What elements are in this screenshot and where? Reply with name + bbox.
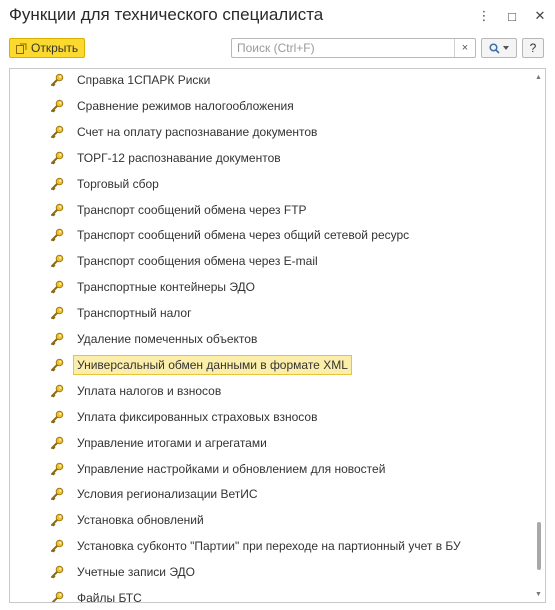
search-button[interactable] <box>481 38 517 58</box>
list-item[interactable]: Уплата фиксированных страховых взносов <box>50 406 321 428</box>
key-icon <box>51 125 64 139</box>
key-icon <box>51 151 64 165</box>
list-item-label: Уплата фиксированных страховых взносов <box>77 409 318 424</box>
list-item[interactable]: Файлы БТС <box>50 587 146 603</box>
key-icon <box>51 99 64 113</box>
maximize-icon[interactable]: □ <box>505 8 519 24</box>
list-item[interactable]: Уплата налогов и взносов <box>50 380 225 402</box>
list-item-label: Условия регионализации ВетИС <box>77 487 258 502</box>
list-item[interactable]: Управление итогами и агрегатами <box>50 432 271 454</box>
search-field[interactable]: × <box>231 38 476 58</box>
list-item[interactable]: Торговый сбор <box>50 173 163 195</box>
list-item-label: Управление итогами и агрегатами <box>77 435 267 450</box>
list-item[interactable]: Транспорт сообщений обмена через общий с… <box>50 224 413 246</box>
key-icon <box>51 254 64 268</box>
list-item[interactable]: Сравнение режимов налогообложения <box>50 95 298 117</box>
list-item[interactable]: ТОРГ-12 распознавание документов <box>50 147 285 169</box>
list-item[interactable]: Счет на оплату распознавание документов <box>50 121 321 143</box>
scrollbar[interactable]: ▲ ▼ <box>532 69 545 602</box>
functions-list-items: Справка 1СПАРК Риски Сравнение режимов на… <box>10 69 531 602</box>
close-icon[interactable]: ✕ <box>533 8 547 24</box>
toolbar: Открыть × ? <box>9 38 546 60</box>
list-item-label: Удаление помеченных объектов <box>77 332 258 346</box>
key-icon <box>51 462 64 476</box>
list-item-label: Счет на оплату распознавание документов <box>77 124 318 139</box>
list-item-label: Торговый сбор <box>77 176 159 191</box>
key-icon <box>51 488 64 501</box>
clear-search-button[interactable]: × <box>454 39 475 57</box>
list-item[interactable]: Транспорт сообщений обмена через FTP <box>50 199 311 221</box>
list-item[interactable]: Установка обновлений <box>50 509 208 531</box>
search-input[interactable] <box>232 39 452 57</box>
scroll-up-icon[interactable]: ▲ <box>532 71 545 83</box>
list-item-label: Установка субконто "Партии" при переходе… <box>77 539 461 554</box>
list-item[interactable]: Управление настройками и обновлением для… <box>50 458 389 480</box>
window-title: Функции для технического специалиста <box>9 5 324 24</box>
key-icon <box>51 565 64 579</box>
functions-list[interactable]: Справка 1СПАРК Риски Сравнение режимов на… <box>9 68 546 603</box>
key-icon <box>51 332 64 346</box>
list-item[interactable]: Справка 1СПАРК Риски <box>50 69 214 91</box>
list-item-label: Транспортные контейнеры ЭДО <box>77 280 256 295</box>
list-item-label: Справка 1СПАРК Риски <box>77 73 211 87</box>
search-icon <box>489 42 500 54</box>
list-item[interactable]: Транспортные контейнеры ЭДО <box>50 276 259 298</box>
list-item-label: Транспортный налог <box>77 306 192 321</box>
open-button-label: Открыть <box>31 41 79 55</box>
key-icon <box>51 358 64 372</box>
list-item[interactable]: Условия регионализации ВетИС <box>50 483 262 505</box>
list-item-label: Транспорт сообщений обмена через FTP <box>77 202 307 217</box>
key-icon <box>51 539 64 553</box>
key-icon <box>51 177 64 191</box>
list-item-label: Уплата налогов и взносов <box>77 383 222 398</box>
window-controls: ⋮ □ ✕ <box>477 8 547 24</box>
scroll-thumb[interactable] <box>537 522 541 570</box>
list-item[interactable]: Удаление помеченных объектов <box>50 328 261 350</box>
list-item-label: Транспорт сообщения обмена через E-mail <box>77 254 318 269</box>
list-item-label: Установка обновлений <box>77 513 204 528</box>
list-item[interactable]: Учетные записи ЭДО <box>50 561 199 583</box>
list-item[interactable]: Установка субконто "Партии" при переходе… <box>50 535 465 557</box>
list-item[interactable]: Универсальный обмен данными в формате XM… <box>50 354 352 376</box>
list-item-label: ТОРГ-12 распознавание документов <box>77 150 281 165</box>
key-icon <box>51 591 64 602</box>
list-item-label: Универсальный обмен данными в формате XM… <box>73 354 352 375</box>
key-icon <box>51 513 64 527</box>
key-icon <box>51 280 64 294</box>
open-button[interactable]: Открыть <box>9 38 85 58</box>
scroll-down-icon[interactable]: ▼ <box>532 588 545 600</box>
key-icon <box>51 384 64 398</box>
key-icon <box>51 410 64 424</box>
list-item[interactable]: Транспорт сообщения обмена через E-mail <box>50 250 322 272</box>
key-icon <box>51 203 64 217</box>
more-menu-icon[interactable]: ⋮ <box>477 8 491 24</box>
list-item-label: Учетные записи ЭДО <box>77 565 196 580</box>
list-item-label: Файлы БТС <box>77 591 142 603</box>
list-item[interactable]: Транспортный налог <box>50 302 196 324</box>
list-item-label: Управление настройками и обновлением для… <box>77 461 386 476</box>
list-item-label: Транспорт сообщений обмена через общий с… <box>77 228 410 243</box>
open-form-icon <box>16 43 27 54</box>
chevron-down-icon <box>503 46 509 50</box>
help-button[interactable]: ? <box>522 38 544 58</box>
key-icon <box>51 436 64 450</box>
key-icon <box>51 229 64 242</box>
key-icon <box>51 306 64 320</box>
key-icon <box>51 73 64 87</box>
list-item-label: Сравнение режимов налогообложения <box>77 98 294 113</box>
